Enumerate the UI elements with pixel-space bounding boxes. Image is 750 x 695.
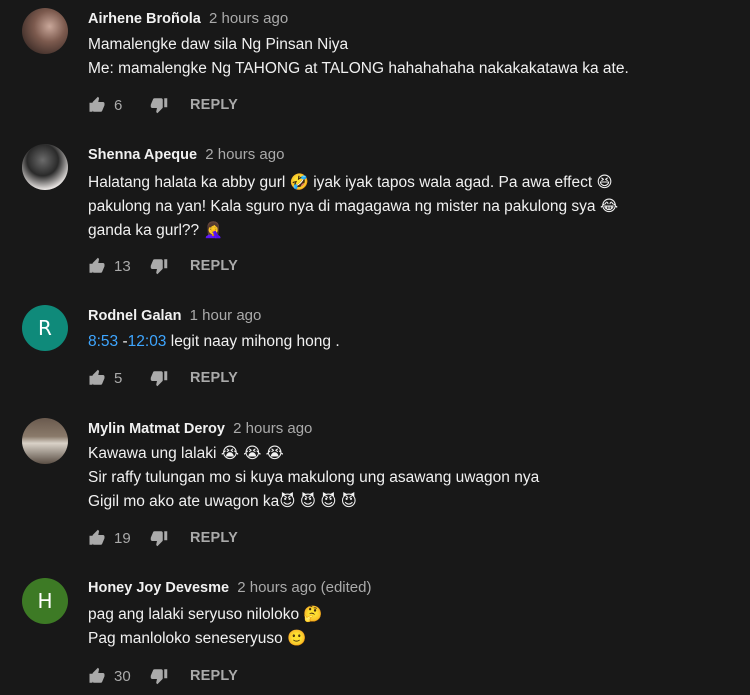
comment-text: pag ang lalaki seryuso nilolоko 🤔 Pag ma… [88, 603, 323, 651]
comment-time[interactable]: 1 hour ago [190, 307, 262, 324]
comment-line: Me: mamalengke Ng TAHONG at TALONG hahah… [88, 60, 629, 77]
thumb-down-icon[interactable] [150, 257, 168, 275]
comment-header: Mylin Matmat Deroy 2 hours ago [88, 420, 312, 438]
comment-line: pag ang lalaki seryuso nilolоko 🤔 [88, 606, 323, 623]
comment-actions: 30 REPLY [88, 665, 238, 687]
avatar[interactable] [22, 8, 68, 54]
comment-line-text: legit naay mihong hong . [166, 333, 340, 350]
like-count: 5 [114, 369, 123, 387]
reply-button[interactable]: REPLY [190, 258, 238, 274]
comment-header: Honey Joy Devesme 2 hours ago (edited) [88, 579, 371, 597]
comment-actions: 13 REPLY [88, 255, 238, 277]
author-name[interactable]: Honey Joy Devesme [88, 580, 229, 596]
comment-text: 8:53 -12:03 legit naay mihong hong . [88, 330, 340, 354]
comment-header: Airhene Broñola 2 hours ago [88, 10, 288, 28]
like-count: 6 [114, 96, 123, 114]
thumb-up-icon[interactable] [88, 667, 106, 685]
avatar[interactable] [22, 144, 68, 190]
avatar[interactable]: H [22, 578, 68, 624]
like-count: 19 [114, 529, 131, 547]
thumb-up-icon[interactable] [88, 257, 106, 275]
avatar[interactable] [22, 418, 68, 464]
thumb-down-icon[interactable] [150, 529, 168, 547]
reply-button[interactable]: REPLY [190, 530, 238, 546]
author-name[interactable]: Mylin Matmat Deroy [88, 421, 225, 437]
comment-time[interactable]: 2 hours ago (edited) [237, 579, 371, 596]
like-count: 13 [114, 257, 131, 275]
comment-line: Pag manloloko seneseryuso 🙂 [88, 630, 307, 647]
comment-time[interactable]: 2 hours ago [205, 146, 284, 163]
thumb-down-icon[interactable] [150, 369, 168, 387]
timestamp-link[interactable]: 12:03 [128, 333, 167, 350]
comment-time[interactable]: 2 hours ago [209, 10, 288, 27]
thumb-up-icon[interactable] [88, 529, 106, 547]
comment-actions: 19 REPLY [88, 527, 238, 549]
reply-button[interactable]: REPLY [190, 370, 238, 386]
comment-time[interactable]: 2 hours ago [233, 420, 312, 437]
avatar[interactable]: R [22, 305, 68, 351]
comment-text: Mamalengke daw sila Ng Pinsan Niya Me: m… [88, 33, 629, 81]
comment-line: ganda ka gurl?? 🤦‍♀️ [88, 222, 223, 239]
comment-line: Halatang halata ka abby gurl 🤣 iyak iyak… [88, 174, 613, 191]
like-count: 30 [114, 667, 131, 685]
thumb-down-icon[interactable] [150, 96, 168, 114]
comment-actions: 5 REPLY [88, 367, 238, 389]
thumb-up-icon[interactable] [88, 369, 106, 387]
comments-section: Airhene Broñola 2 hours ago Mamalengke d… [0, 0, 750, 695]
comment-line: 8:53 -12:03 legit naay mihong hong . [88, 330, 340, 354]
timestamp-separator: - [118, 333, 128, 350]
reply-button[interactable]: REPLY [190, 97, 238, 113]
reply-button[interactable]: REPLY [190, 668, 238, 684]
comment-line: pakulong na yan! Kala sguro nya di magag… [88, 198, 618, 215]
comment-actions: 6 REPLY [88, 94, 238, 116]
thumb-up-icon[interactable] [88, 96, 106, 114]
comment-line: Kawawa ung lalaki 😭 😭 😭 [88, 445, 284, 462]
comment-text: Halatang halata ka abby gurl 🤣 iyak iyak… [88, 171, 618, 243]
comment-header: Rodnel Galan 1 hour ago [88, 307, 261, 325]
comment-header: Shenna Apeque 2 hours ago [88, 146, 284, 164]
comment-line: Sir raffy tulungan mo si kuya makulong u… [88, 469, 540, 486]
thumb-down-icon[interactable] [150, 667, 168, 685]
comment-text: Kawawa ung lalaki 😭 😭 😭 Sir raffy tulung… [88, 442, 539, 514]
comment-line: Gigil mo ako ate uwagon ka😈 😈 😈 😈 [88, 493, 357, 510]
author-name[interactable]: Shenna Apeque [88, 147, 197, 163]
comment-line: Mamalengke daw sila Ng Pinsan Niya [88, 36, 349, 53]
author-name[interactable]: Airhene Broñola [88, 11, 201, 27]
timestamp-link[interactable]: 8:53 [88, 333, 118, 350]
author-name[interactable]: Rodnel Galan [88, 308, 181, 324]
